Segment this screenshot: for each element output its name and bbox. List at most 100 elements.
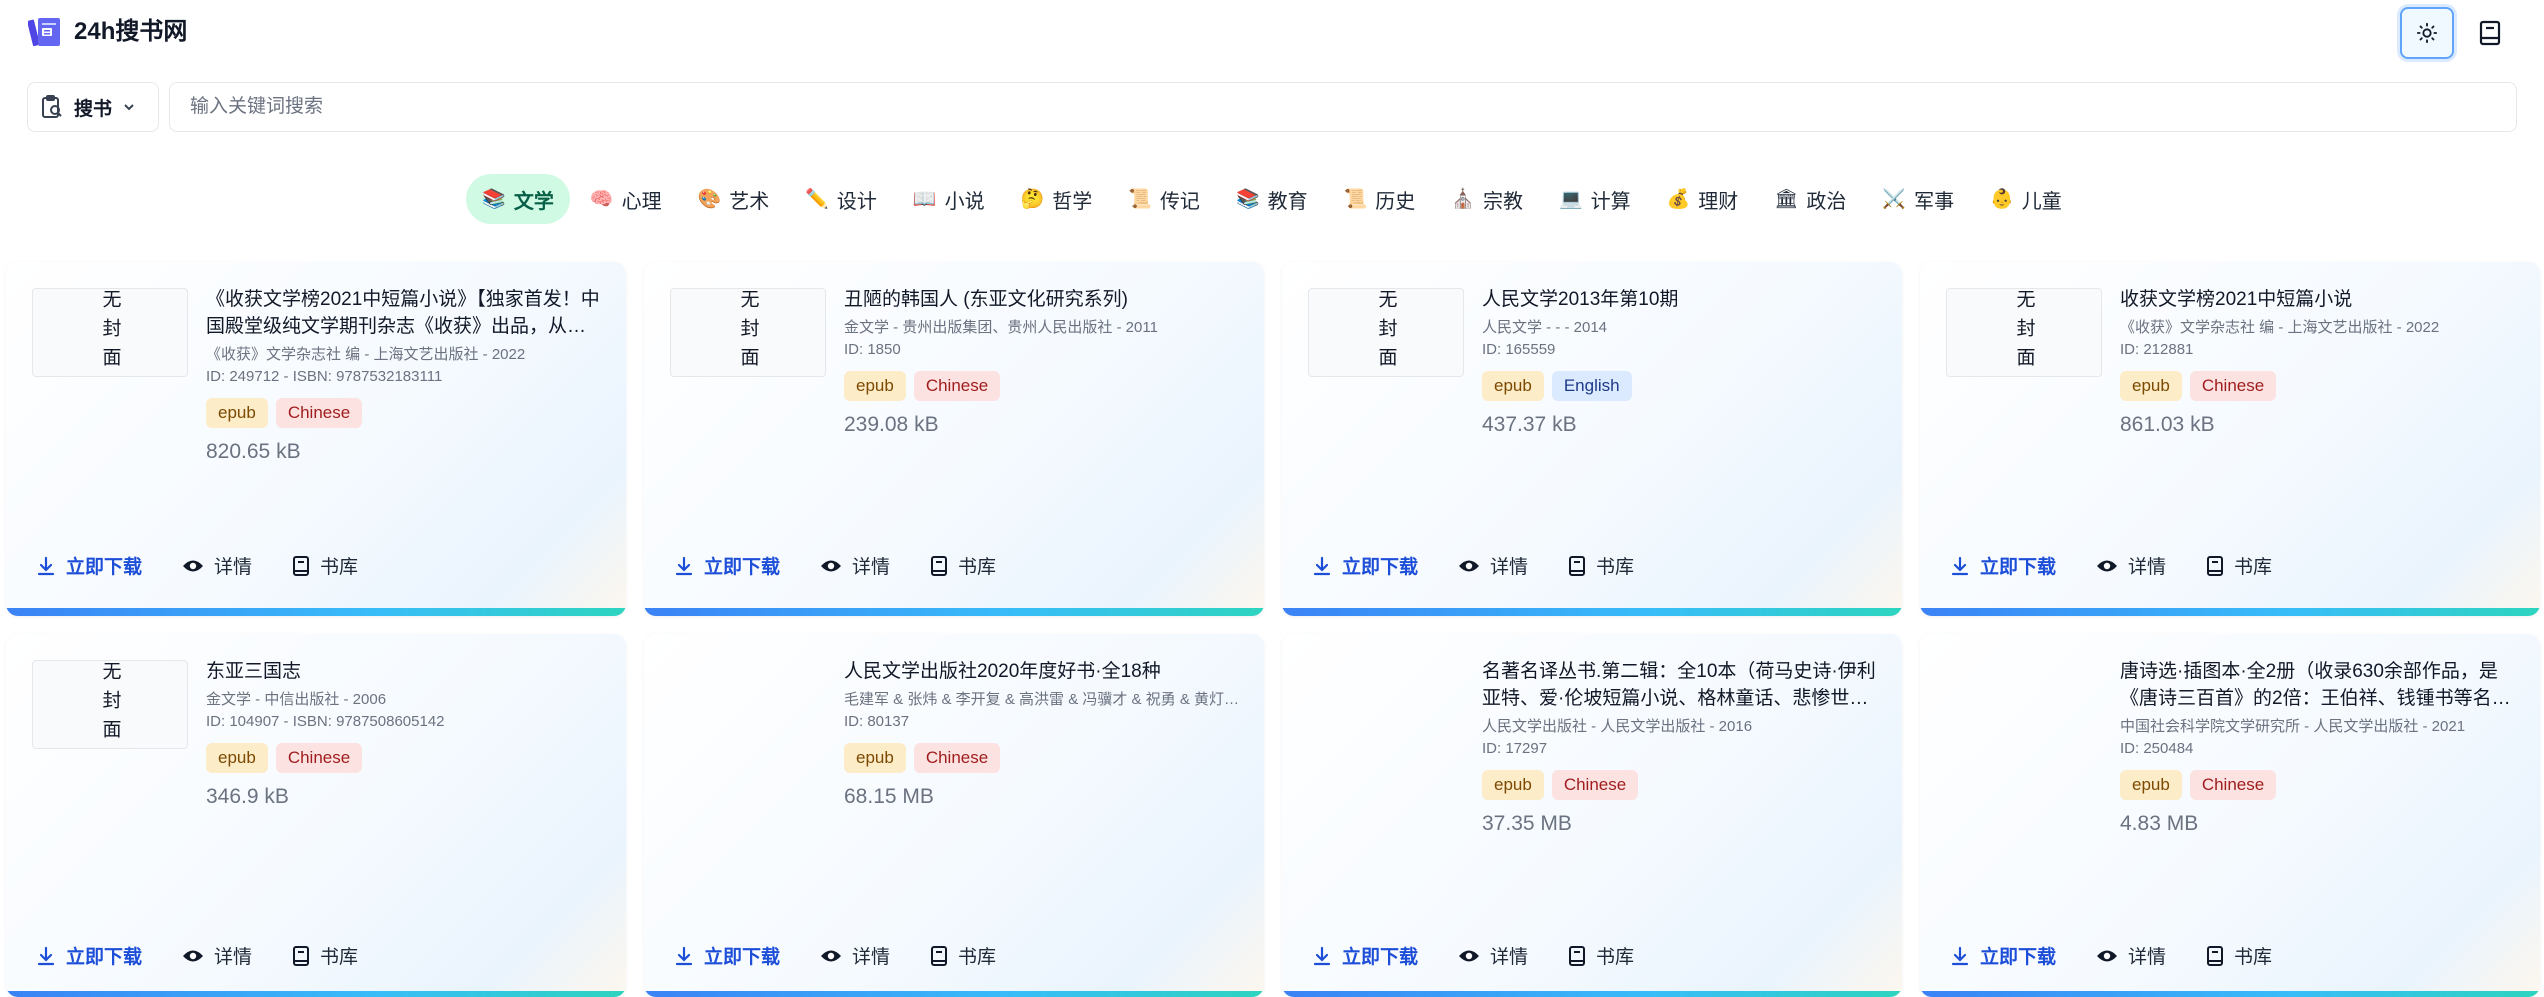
download-icon [1951, 946, 1969, 965]
category-label: 设计 [836, 190, 877, 213]
download-button[interactable]: 立即下载 [1312, 552, 1418, 579]
category-3[interactable]: ✏️ 设计 [789, 174, 893, 224]
book-icon [931, 555, 948, 576]
eye-icon [1459, 560, 1480, 571]
category-13[interactable]: ⚔️ 军事 [1866, 174, 1970, 224]
app-header: 24h搜书网 [0, 0, 2544, 64]
book-title[interactable]: 人民文学2013年第10期 [1482, 286, 1878, 313]
card-accent-bar [6, 608, 626, 616]
download-button[interactable]: 立即下载 [36, 552, 142, 579]
book-card: 无封面 收获文学榜2021中短篇小说 《收获》文学杂志社 编 - 上海文艺出版社 -… [1920, 262, 2540, 616]
language-badge: Chinese [2189, 371, 2277, 401]
details-button[interactable]: 详情 [1458, 552, 1528, 579]
book-title[interactable]: 唐诗选·插图本·全2册（收录630余部作品，是《唐诗三百首》的2倍：王伯祥、钱锺… [2120, 658, 2516, 712]
category-2[interactable]: 🎨 艺术 [682, 174, 786, 224]
download-button[interactable]: 立即下载 [674, 942, 780, 969]
download-icon [675, 946, 693, 965]
search-type-select[interactable]: 搜书 [27, 82, 159, 132]
download-button[interactable]: 立即下载 [1950, 942, 2056, 969]
theme-toggle-button[interactable] [2400, 7, 2454, 59]
category-12[interactable]: 🏛 政治 [1758, 174, 1862, 224]
book-info: 《收获文学榜2021中短篇小说》【独家首发！中国殿堂级纯文学期刊杂志《收获》出品… [206, 286, 602, 464]
category-1[interactable]: 🧠 心理 [574, 174, 678, 224]
library-link[interactable]: 书库 [2206, 552, 2272, 579]
card-accent-bar [1282, 991, 1902, 997]
category-label: 教育 [1267, 190, 1308, 213]
library-link[interactable]: 书库 [2206, 942, 2272, 969]
category-9[interactable]: ⛪ 宗教 [1435, 174, 1539, 224]
card-actions: 立即下载 详情 书库 [1312, 552, 1634, 579]
book-cover-placeholder: 无封面 [32, 660, 188, 749]
category-6[interactable]: 📜 传记 [1112, 174, 1216, 224]
download-button[interactable]: 立即下载 [1950, 552, 2056, 579]
details-label: 详情 [852, 557, 891, 578]
category-10[interactable]: 💻 计算 [1543, 174, 1647, 224]
card-accent-bar [1920, 991, 2540, 997]
details-button[interactable]: 详情 [182, 552, 252, 579]
details-button[interactable]: 详情 [2096, 942, 2166, 969]
book-title[interactable]: 名著名译丛书.第二辑：全10本（荷马史诗·伊利亚特、爱·伦坡短篇小说、格林童话、… [1482, 658, 1878, 712]
category-4[interactable]: 📖 小说 [897, 174, 1001, 224]
book-id: ID: 80137 [844, 713, 910, 730]
details-label: 详情 [2128, 557, 2167, 578]
library-button[interactable] [2466, 10, 2514, 56]
file-size: 820.65 kB [206, 440, 301, 463]
book-tags: epub Chinese [844, 743, 1240, 773]
book-id: ID: 250484 [2120, 740, 2194, 757]
details-label: 详情 [214, 557, 253, 578]
book-icon [2207, 945, 2224, 966]
library-label: 书库 [1596, 947, 1635, 968]
book-title[interactable]: 《收获文学榜2021中短篇小说》【独家首发！中国殿堂级纯文学期刊杂志《收获》出品… [206, 286, 602, 340]
library-link[interactable]: 书库 [292, 942, 358, 969]
book-title[interactable]: 东亚三国志 [206, 658, 602, 685]
file-size: 239.08 kB [844, 413, 939, 436]
language-badge: Chinese [2189, 770, 2277, 800]
book-title[interactable]: 丑陋的韩国人 (东亚文化研究系列) [844, 286, 1240, 313]
book-title[interactable]: 收获文学榜2021中短篇小说 [2120, 286, 2516, 313]
details-button[interactable]: 详情 [820, 552, 890, 579]
format-badge: epub [2120, 371, 2182, 401]
card-accent-bar [644, 991, 1264, 997]
category-7[interactable]: 📚 教育 [1220, 174, 1324, 224]
book-tags: epub Chinese [2120, 371, 2516, 401]
book-id: ID: 165559 [1482, 341, 1556, 358]
no-cover-text: 无封面 [99, 289, 121, 376]
category-11[interactable]: 💰 理财 [1651, 174, 1755, 224]
brand-title[interactable]: 24h搜书网 [74, 16, 187, 48]
book-info: 名著名译丛书.第二辑：全10本（荷马史诗·伊利亚特、爱·伦坡短篇小说、格林童话、… [1482, 658, 1878, 836]
file-size: 346.9 kB [206, 785, 289, 808]
eye-icon [1459, 950, 1480, 961]
book-tags: epub Chinese [844, 371, 1240, 401]
category-emoji-icon: 👶 [1990, 189, 2014, 210]
category-8[interactable]: 📜 历史 [1328, 174, 1432, 224]
details-button[interactable]: 详情 [820, 942, 890, 969]
library-link[interactable]: 书库 [930, 942, 996, 969]
category-label: 哲学 [1052, 190, 1093, 213]
category-label: 历史 [1375, 190, 1416, 213]
library-link[interactable]: 书库 [930, 552, 996, 579]
details-label: 详情 [852, 947, 891, 968]
chevron-down-icon [124, 104, 134, 111]
details-button[interactable]: 详情 [2096, 552, 2166, 579]
download-button[interactable]: 立即下载 [674, 552, 780, 579]
category-5[interactable]: 🤔 哲学 [1005, 174, 1109, 224]
book-title[interactable]: 人民文学出版社2020年度好书·全18种 [844, 658, 1240, 685]
category-14[interactable]: 👶 儿童 [1974, 174, 2078, 224]
category-label: 政治 [1806, 190, 1847, 213]
library-link[interactable]: 书库 [1568, 552, 1634, 579]
eye-icon [821, 950, 842, 961]
book-id: ID: 17297 [1482, 740, 1548, 757]
search-input[interactable] [169, 82, 2517, 132]
library-link[interactable]: 书库 [292, 552, 358, 579]
details-button[interactable]: 详情 [1458, 942, 1528, 969]
category-0[interactable]: 📚 文学 [466, 174, 570, 224]
library-link[interactable]: 书库 [1568, 942, 1634, 969]
file-size: 861.03 kB [2120, 413, 2215, 436]
category-emoji-icon: ⛪ [1451, 189, 1475, 210]
download-button[interactable]: 立即下载 [36, 942, 142, 969]
download-button[interactable]: 立即下载 [1312, 942, 1418, 969]
book-id: ID: 1850 [844, 341, 901, 358]
details-button[interactable]: 详情 [182, 942, 252, 969]
download-icon [37, 946, 55, 965]
book-stack-logo[interactable] [27, 14, 64, 50]
